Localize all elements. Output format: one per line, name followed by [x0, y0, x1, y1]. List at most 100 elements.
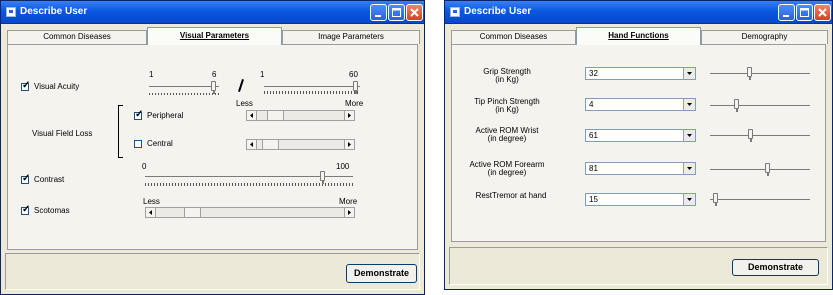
central-scroll-thumb[interactable]: [262, 140, 279, 149]
grip-strength-thumb[interactable]: [747, 67, 752, 80]
contrast-min: 0: [142, 162, 147, 171]
central-checkbox[interactable]: [134, 140, 142, 148]
tab-demography[interactable]: Demography: [701, 30, 828, 44]
tip-pinch-select[interactable]: 4: [585, 98, 696, 111]
dropdown-arrow-icon[interactable]: [683, 99, 695, 110]
visual-acuity-label: Visual Acuity: [34, 82, 80, 91]
close-button[interactable]: [406, 4, 423, 21]
rest-tremor-thumb[interactable]: [713, 193, 718, 206]
acuity-right-track: [264, 86, 360, 87]
central-scrollbar[interactable]: [246, 139, 355, 150]
scroll-right-icon[interactable]: [344, 140, 354, 149]
minimize-icon: [783, 15, 789, 17]
grip-strength-select[interactable]: 32: [585, 67, 696, 80]
contrast-checkbox[interactable]: ✓: [21, 173, 31, 184]
rom-wrist-track: [710, 135, 810, 136]
scroll-left-icon[interactable]: [247, 140, 257, 149]
acuity-right-min: 1: [260, 70, 265, 79]
field-loss-bracket: [118, 105, 123, 158]
hand-functions-panel: Grip Strength (in Kg) 32 Tip Pinch Streng…: [451, 44, 826, 242]
check-icon: ✓: [22, 204, 31, 215]
tab-visual-parameters[interactable]: Visual Parameters: [147, 27, 282, 45]
peripheral-label: Peripheral: [147, 111, 184, 120]
scroll-left-icon[interactable]: [146, 208, 156, 217]
tip-pinch-thumb[interactable]: [734, 99, 739, 112]
acuity-right-thumb[interactable]: [353, 81, 358, 94]
tab-common-diseases[interactable]: Common Diseases: [7, 30, 147, 44]
field-loss-less-label: Less: [236, 99, 253, 108]
visual-parameters-panel: ✓ Visual Acuity 1 6 1 60 Less More Visua…: [7, 44, 418, 250]
demonstrate-button[interactable]: Demonstrate: [732, 259, 819, 276]
tab-image-parameters[interactable]: Image Parameters: [282, 30, 420, 44]
rest-tremor-track: [710, 199, 810, 200]
demonstrate-button[interactable]: Demonstrate: [346, 264, 417, 283]
scotomas-scroll-thumb[interactable]: [184, 208, 201, 217]
dropdown-arrow-icon[interactable]: [683, 130, 695, 141]
scotomas-less-label: Less: [143, 197, 160, 206]
maximize-icon: [800, 8, 809, 17]
window-icon: [6, 7, 16, 17]
tip-pinch-track: [710, 105, 810, 106]
peripheral-checkbox[interactable]: ✓: [134, 109, 144, 120]
bottom-area: Demonstrate: [5, 253, 420, 290]
acuity-left-min: 1: [149, 70, 154, 79]
peripheral-scrollbar[interactable]: [246, 110, 355, 121]
acuity-left-thumb[interactable]: [211, 81, 216, 94]
dropdown-arrow-icon[interactable]: [683, 163, 695, 174]
window-title: Describe User: [464, 6, 532, 17]
tab-common-diseases[interactable]: Common Diseases: [451, 30, 576, 44]
peripheral-scroll-thumb[interactable]: [267, 111, 284, 120]
maximize-button[interactable]: [796, 4, 813, 21]
title-bar[interactable]: Describe User: [445, 1, 832, 24]
acuity-left-track: [149, 86, 219, 87]
close-icon: [410, 8, 419, 17]
scroll-right-icon[interactable]: [344, 208, 354, 217]
visual-acuity-checkbox[interactable]: ✓: [21, 80, 31, 91]
check-icon: ✓: [22, 80, 31, 91]
bottom-area: Demonstrate: [449, 247, 828, 285]
scotomas-checkbox[interactable]: ✓: [21, 204, 31, 215]
acuity-right-ticks: [264, 91, 360, 94]
check-icon: ✓: [22, 173, 31, 184]
rom-wrist-thumb[interactable]: [748, 129, 753, 142]
maximize-button[interactable]: [388, 4, 405, 21]
scotomas-scrollbar[interactable]: [145, 207, 355, 218]
dropdown-arrow-icon[interactable]: [683, 194, 695, 205]
minimize-button[interactable]: [370, 4, 387, 21]
maximize-icon: [392, 8, 401, 17]
rom-wrist-select[interactable]: 61: [585, 129, 696, 142]
describe-user-window-visual: Describe User Common Diseases Visual Par…: [0, 0, 425, 295]
contrast-max: 100: [336, 162, 350, 171]
separator-slash: [238, 79, 244, 92]
grip-strength-label: Grip Strength (in Kg): [483, 67, 531, 84]
rest-tremor-label: RestTremor at hand: [475, 191, 547, 200]
tab-strip: Common Diseases Hand Functions Demograph…: [451, 27, 828, 45]
visual-field-loss-label: Visual Field Loss: [32, 129, 93, 138]
rom-forearm-label: Active ROM Forearm (in degree): [469, 160, 545, 177]
close-icon: [818, 8, 827, 17]
grip-strength-track: [710, 73, 810, 74]
rom-forearm-thumb[interactable]: [765, 163, 770, 176]
window-title: Describe User: [20, 6, 88, 17]
contrast-thumb[interactable]: [320, 171, 325, 184]
minimize-button[interactable]: [778, 4, 795, 21]
rest-tremor-select[interactable]: 15: [585, 193, 696, 206]
tab-strip: Common Diseases Visual Parameters Image …: [7, 27, 420, 45]
tip-pinch-label: Tip Pinch Strength (in Kg): [474, 97, 540, 114]
scroll-right-icon[interactable]: [344, 111, 354, 120]
dropdown-arrow-icon[interactable]: [683, 68, 695, 79]
check-icon: ✓: [135, 109, 144, 120]
minimize-icon: [375, 15, 381, 17]
acuity-right-max: 60: [349, 70, 358, 79]
acuity-left-ticks: [149, 93, 221, 95]
describe-user-window-hand: Describe User Common Diseases Hand Funct…: [444, 0, 833, 290]
scroll-left-icon[interactable]: [247, 111, 257, 120]
close-button[interactable]: [814, 4, 831, 21]
scotomas-label: Scotomas: [34, 206, 70, 215]
title-bar[interactable]: Describe User: [1, 1, 424, 24]
scotomas-more-label: More: [339, 197, 358, 206]
tab-hand-functions[interactable]: Hand Functions: [576, 27, 701, 45]
rom-forearm-track: [710, 169, 810, 170]
contrast-label: Contrast: [34, 175, 65, 184]
rom-forearm-select[interactable]: 81: [585, 162, 696, 175]
